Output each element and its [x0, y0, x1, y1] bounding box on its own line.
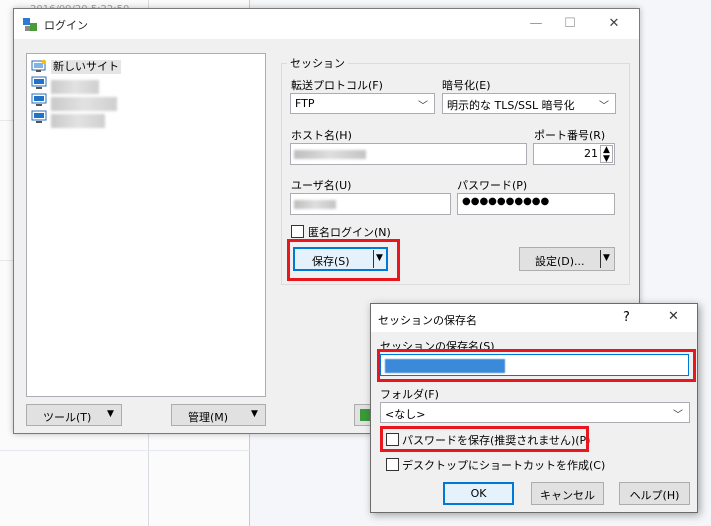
password-input[interactable]: ●●●●●●●●●● [457, 193, 615, 215]
help-button[interactable]: ヘルプ(H) [619, 482, 690, 505]
login-dialog-title: ログイン [44, 19, 88, 32]
help-button-label: ヘルプ(H) [629, 489, 680, 502]
host-input[interactable] [290, 143, 527, 165]
save-dialog-title: セッションの保存名 [378, 314, 477, 327]
cancel-button[interactable]: キャンセル [531, 482, 604, 505]
desktop-shortcut-checkbox[interactable] [386, 458, 399, 471]
cancel-button-label: キャンセル [540, 489, 595, 502]
anonymous-label: 匿名ログイン(N) [308, 226, 391, 239]
close-icon[interactable]: ✕ [604, 15, 624, 33]
tools-button-label: ツール(T) [43, 411, 92, 424]
minimize-icon[interactable]: — [526, 15, 546, 33]
tree-item-site[interactable] [29, 92, 265, 111]
password-value: ●●●●●●●●●● [462, 196, 550, 207]
encryption-label: 暗号化(E) [442, 79, 491, 92]
password-label: パスワード(P) [457, 179, 528, 192]
settings-button-label: 設定(D)... [535, 255, 585, 268]
maximize-icon[interactable]: ☐ [560, 15, 580, 33]
new-site-icon [31, 59, 47, 72]
save-dialog-titlebar[interactable]: セッションの保存名 ? ✕ [371, 304, 697, 332]
manage-button-label: 管理(M) [188, 411, 229, 424]
highlight-frame [287, 239, 400, 281]
login-titlebar[interactable]: ログイン — ☐ ✕ [14, 9, 639, 39]
winscp-app-icon [23, 18, 37, 31]
ok-button-label: OK [470, 487, 487, 500]
split-divider [600, 250, 601, 268]
settings-button[interactable]: 設定(D)... ▼ [519, 247, 615, 271]
protocol-label: 転送プロトコル(F) [291, 79, 383, 92]
host-label: ホスト名(H) [291, 129, 352, 142]
computer-icon [31, 76, 47, 89]
session-group-label: セッション [287, 55, 348, 71]
user-input[interactable] [290, 193, 451, 215]
user-label: ユーザ名(U) [291, 179, 352, 192]
tree-item-label [51, 114, 105, 128]
site-tree[interactable]: 新しいサイト [26, 53, 266, 397]
port-value: 21 [584, 147, 598, 160]
anonymous-checkbox[interactable] [291, 225, 304, 238]
login-icon [360, 409, 370, 421]
background-row-line [0, 450, 250, 451]
dropdown-arrow-icon[interactable]: ▼ [251, 409, 258, 419]
manage-button[interactable]: 管理(M) ▼ [171, 404, 266, 426]
tree-item-new-site[interactable]: 新しいサイト [29, 58, 265, 76]
close-icon[interactable]: ✕ [668, 309, 679, 324]
host-value-redacted [294, 150, 366, 159]
folder-value: <なし> [385, 408, 426, 421]
folder-select[interactable]: <なし> ﹀ [380, 402, 690, 423]
desktop-shortcut-label: デスクトップにショートカットを作成(C) [402, 459, 606, 472]
spin-down-icon[interactable]: ▼ [603, 154, 610, 164]
tree-item-site[interactable] [29, 75, 265, 94]
tree-item-label: 新しいサイト [51, 60, 121, 74]
computer-icon [31, 93, 47, 106]
chevron-down-icon: ﹀ [599, 101, 609, 112]
tools-button[interactable]: ツール(T) ▼ [26, 404, 122, 426]
port-label: ポート番号(R) [534, 129, 606, 142]
dropdown-arrow-icon[interactable]: ▼ [603, 253, 610, 263]
user-value-redacted [294, 200, 336, 209]
computer-icon [31, 110, 47, 123]
chevron-down-icon: ﹀ [673, 410, 683, 421]
port-input[interactable]: 21 ▲ ▼ [533, 143, 615, 165]
highlight-frame [380, 426, 589, 452]
protocol-select[interactable]: FTP ﹀ [290, 93, 435, 114]
port-spinner[interactable]: ▲ ▼ [600, 145, 613, 164]
help-icon[interactable]: ? [623, 310, 630, 325]
protocol-value: FTP [295, 97, 315, 110]
encryption-value: 明示的な TLS/SSL 暗号化 [447, 99, 575, 112]
encryption-select[interactable]: 明示的な TLS/SSL 暗号化 ﹀ [442, 93, 616, 114]
dropdown-arrow-icon[interactable]: ▼ [107, 409, 114, 419]
highlight-frame [377, 349, 696, 382]
ok-button[interactable]: OK [443, 482, 514, 505]
save-session-dialog: セッションの保存名 ? ✕ セッションの保存名(S) フォルダ(F) <なし> … [370, 303, 698, 513]
tree-item-site[interactable] [29, 109, 265, 128]
folder-label: フォルダ(F) [380, 388, 439, 401]
chevron-down-icon: ﹀ [418, 101, 428, 112]
